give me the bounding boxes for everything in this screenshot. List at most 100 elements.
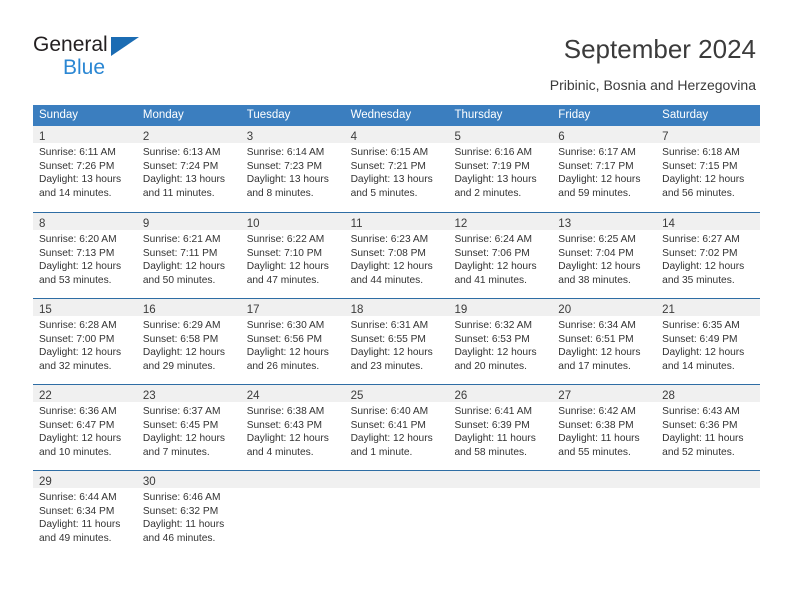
sunset-text: Sunset: 6:51 PM (558, 333, 634, 345)
daylight-text-line1: Daylight: 12 hours (350, 347, 433, 359)
daylight-text-line1: Daylight: 12 hours (558, 347, 641, 359)
sunrise-text: Sunrise: 6:32 AM (454, 320, 533, 331)
daylight-text-line1: Daylight: 11 hours (39, 519, 121, 531)
sunrise-text: Sunrise: 6:11 AM (39, 147, 116, 158)
day-cell[interactable]: 3 Sunrise: 6:14 AM Sunset: 7:23 PM Dayli… (240, 126, 345, 212)
day-number-band: 26 (448, 385, 553, 402)
day-number-band: 21 (656, 299, 761, 316)
sunrise-text: Sunrise: 6:16 AM (454, 147, 533, 158)
day-cell[interactable]: 29 Sunrise: 6:44 AM Sunset: 6:34 PM Dayl… (33, 471, 137, 556)
general-blue-logo[interactable]: General Blue (33, 34, 153, 82)
daylight-text-line2: and 11 minutes. (142, 187, 215, 199)
day-details: Sunrise: 6:28 AM Sunset: 7:00 PM Dayligh… (33, 316, 137, 373)
daylight-text-line1: Daylight: 13 hours (350, 174, 433, 186)
sunset-text: Sunset: 6:36 PM (662, 419, 738, 431)
daylight-text-line1: Daylight: 13 hours (454, 174, 537, 186)
daylight-text-line2: and 35 minutes. (662, 274, 735, 286)
daylight-text-line2: and 49 minutes. (39, 532, 112, 544)
day-cell[interactable]: 22 Sunrise: 6:36 AM Sunset: 6:47 PM Dayl… (33, 385, 137, 470)
sunset-text: Sunset: 7:02 PM (662, 247, 738, 259)
day-number-band: 7 (656, 126, 761, 143)
day-details: Sunrise: 6:21 AM Sunset: 7:11 PM Dayligh… (137, 230, 241, 287)
sunset-text: Sunset: 7:19 PM (454, 160, 530, 172)
day-cell[interactable]: 8 Sunrise: 6:20 AM Sunset: 7:13 PM Dayli… (33, 213, 137, 298)
day-cell-empty (656, 471, 761, 556)
week-row: 22 Sunrise: 6:36 AM Sunset: 6:47 PM Dayl… (33, 384, 761, 470)
weekday-header-thursday: Thursday (454, 109, 503, 121)
day-number-band: 22 (33, 385, 137, 402)
day-details: Sunrise: 6:29 AM Sunset: 6:58 PM Dayligh… (137, 316, 241, 373)
day-cell[interactable]: 17 Sunrise: 6:30 AM Sunset: 6:56 PM Dayl… (240, 299, 345, 384)
sunset-text: Sunset: 6:58 PM (142, 333, 219, 345)
day-cell[interactable]: 2 Sunrise: 6:13 AM Sunset: 7:24 PM Dayli… (136, 126, 241, 212)
day-cell[interactable]: 19 Sunrise: 6:32 AM Sunset: 6:53 PM Dayl… (448, 299, 553, 384)
sunrise-text: Sunrise: 6:28 AM (39, 320, 117, 331)
day-cell[interactable]: 16 Sunrise: 6:29 AM Sunset: 6:58 PM Dayl… (136, 299, 241, 384)
daylight-text-line2: and 47 minutes. (246, 274, 320, 286)
day-number: 2 (142, 131, 150, 143)
daylight-text-line1: Daylight: 12 hours (142, 347, 225, 359)
day-cell[interactable]: 26 Sunrise: 6:41 AM Sunset: 6:39 PM Dayl… (448, 385, 553, 470)
day-cell[interactable]: 20 Sunrise: 6:34 AM Sunset: 6:51 PM Dayl… (552, 299, 657, 384)
sunset-text: Sunset: 6:45 PM (142, 419, 219, 431)
day-cell[interactable]: 13 Sunrise: 6:25 AM Sunset: 7:04 PM Dayl… (552, 213, 657, 298)
week-row: 1 Sunrise: 6:11 AM Sunset: 7:26 PM Dayli… (33, 126, 761, 212)
day-number: 21 (662, 304, 675, 316)
day-cell[interactable]: 5 Sunrise: 6:16 AM Sunset: 7:19 PM Dayli… (448, 126, 553, 212)
sunset-text: Sunset: 7:04 PM (558, 247, 634, 259)
day-number: 27 (558, 390, 572, 402)
daylight-text-line2: and 23 minutes. (350, 360, 424, 372)
day-details: Sunrise: 6:46 AM Sunset: 6:32 PM Dayligh… (137, 488, 241, 545)
day-number-band: 1 (33, 126, 137, 143)
day-cell[interactable]: 30 Sunrise: 6:46 AM Sunset: 6:32 PM Dayl… (136, 471, 241, 556)
sunrise-text: Sunrise: 6:25 AM (558, 234, 636, 245)
day-cell[interactable]: 11 Sunrise: 6:23 AM Sunset: 7:08 PM Dayl… (344, 213, 449, 298)
day-cell[interactable]: 1 Sunrise: 6:11 AM Sunset: 7:26 PM Dayli… (33, 126, 137, 212)
sunset-text: Sunset: 6:34 PM (39, 505, 115, 517)
sunset-text: Sunset: 6:56 PM (246, 333, 323, 345)
daylight-text-line2: and 59 minutes. (558, 187, 631, 199)
day-cell[interactable]: 15 Sunrise: 6:28 AM Sunset: 7:00 PM Dayl… (33, 299, 137, 384)
day-number-band: 20 (552, 299, 657, 316)
day-details: Sunrise: 6:31 AM Sunset: 6:55 PM Dayligh… (345, 316, 449, 373)
day-cell[interactable]: 9 Sunrise: 6:21 AM Sunset: 7:11 PM Dayli… (136, 213, 241, 298)
day-number: 30 (142, 476, 156, 488)
day-cell[interactable]: 25 Sunrise: 6:40 AM Sunset: 6:41 PM Dayl… (344, 385, 449, 470)
day-number: 23 (142, 390, 156, 402)
day-number-band (344, 471, 449, 488)
day-number: 15 (39, 304, 52, 316)
day-cell[interactable]: 28 Sunrise: 6:43 AM Sunset: 6:36 PM Dayl… (656, 385, 761, 470)
day-cell[interactable]: 4 Sunrise: 6:15 AM Sunset: 7:21 PM Dayli… (344, 126, 449, 212)
day-number-band: 29 (33, 471, 137, 488)
day-cell[interactable]: 12 Sunrise: 6:24 AM Sunset: 7:06 PM Dayl… (448, 213, 553, 298)
daylight-text-line1: Daylight: 13 hours (142, 174, 225, 186)
day-details: Sunrise: 6:11 AM Sunset: 7:26 PM Dayligh… (33, 143, 137, 200)
day-cell-empty (448, 471, 553, 556)
sunset-text: Sunset: 7:26 PM (39, 160, 115, 172)
day-cell[interactable]: 7 Sunrise: 6:18 AM Sunset: 7:15 PM Dayli… (656, 126, 761, 212)
daylight-text-line2: and 56 minutes. (662, 187, 735, 199)
daylight-text-line1: Daylight: 12 hours (39, 347, 122, 359)
page-subtitle: Pribinic, Bosnia and Herzegovina (549, 77, 756, 93)
day-details: Sunrise: 6:14 AM Sunset: 7:23 PM Dayligh… (241, 143, 345, 200)
day-number: 22 (39, 390, 52, 402)
day-cell[interactable]: 18 Sunrise: 6:31 AM Sunset: 6:55 PM Dayl… (344, 299, 449, 384)
daylight-text-line1: Daylight: 13 hours (39, 174, 122, 186)
day-number: 5 (454, 131, 461, 143)
day-number-band: 27 (552, 385, 657, 402)
sunrise-text: Sunrise: 6:31 AM (350, 320, 429, 331)
daylight-text-line1: Daylight: 12 hours (246, 261, 329, 273)
day-cell[interactable]: 24 Sunrise: 6:38 AM Sunset: 6:43 PM Dayl… (240, 385, 345, 470)
day-cell[interactable]: 23 Sunrise: 6:37 AM Sunset: 6:45 PM Dayl… (136, 385, 241, 470)
daylight-text-line1: Daylight: 12 hours (454, 261, 537, 273)
sunset-text: Sunset: 7:23 PM (246, 160, 323, 172)
day-cell[interactable]: 27 Sunrise: 6:42 AM Sunset: 6:38 PM Dayl… (552, 385, 657, 470)
day-cell[interactable]: 6 Sunrise: 6:17 AM Sunset: 7:17 PM Dayli… (552, 126, 657, 212)
day-details: Sunrise: 6:32 AM Sunset: 6:53 PM Dayligh… (448, 316, 552, 373)
day-cell[interactable]: 14 Sunrise: 6:27 AM Sunset: 7:02 PM Dayl… (656, 213, 761, 298)
day-number-band (656, 471, 761, 488)
day-cell[interactable]: 10 Sunrise: 6:22 AM Sunset: 7:10 PM Dayl… (240, 213, 345, 298)
daylight-text-line1: Daylight: 11 hours (142, 519, 225, 531)
day-cell[interactable]: 21 Sunrise: 6:35 AM Sunset: 6:49 PM Dayl… (656, 299, 761, 384)
sunset-text: Sunset: 6:41 PM (350, 419, 426, 431)
